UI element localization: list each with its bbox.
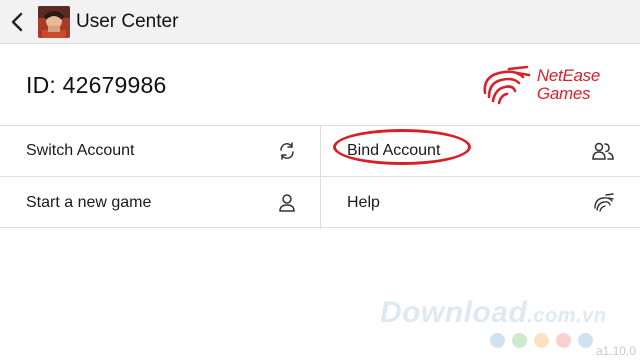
bind-account-button[interactable]: Bind Account	[320, 126, 640, 177]
menu-grid: Switch Account Bind Account Start a new …	[0, 125, 640, 229]
help-button[interactable]: Help	[320, 177, 640, 229]
start-new-game-button[interactable]: Start a new game	[0, 177, 320, 229]
back-button[interactable]	[0, 0, 34, 44]
watermark-dot	[578, 333, 593, 348]
watermark-dot	[490, 333, 505, 348]
watermark-dots	[490, 333, 593, 348]
page-title: User Center	[76, 10, 179, 32]
version-label: a1.10.0	[595, 344, 636, 358]
switch-account-label: Switch Account	[26, 142, 135, 159]
account-info: ID: 42679986 NetEase Games	[0, 45, 640, 125]
watermark: Download.com.vn	[380, 296, 606, 330]
watermark-dot	[556, 333, 571, 348]
switch-account-button[interactable]: Switch Account	[0, 126, 320, 177]
netease-logo-icon	[483, 65, 531, 105]
user-icon	[276, 192, 298, 214]
logo-text-line2: Games	[536, 84, 591, 103]
refresh-arrows-icon	[276, 140, 298, 162]
chevron-left-icon	[11, 12, 23, 31]
logo-text-line1: NetEase	[536, 66, 600, 85]
watermark-text: Download	[380, 296, 528, 329]
users-link-icon	[592, 140, 614, 162]
highlight-circle	[333, 129, 471, 165]
help-label: Help	[347, 194, 380, 211]
watermark-dot	[512, 333, 527, 348]
title-bar: User Center	[0, 0, 640, 44]
netease-games-logo: NetEase Games	[479, 63, 600, 107]
netease-bird-icon	[592, 192, 614, 214]
game-avatar	[38, 5, 70, 38]
account-id: ID: 42679986	[26, 71, 167, 98]
start-new-game-label: Start a new game	[26, 194, 152, 211]
watermark-tld: .com.vn	[527, 305, 607, 327]
watermark-dot	[534, 333, 549, 348]
